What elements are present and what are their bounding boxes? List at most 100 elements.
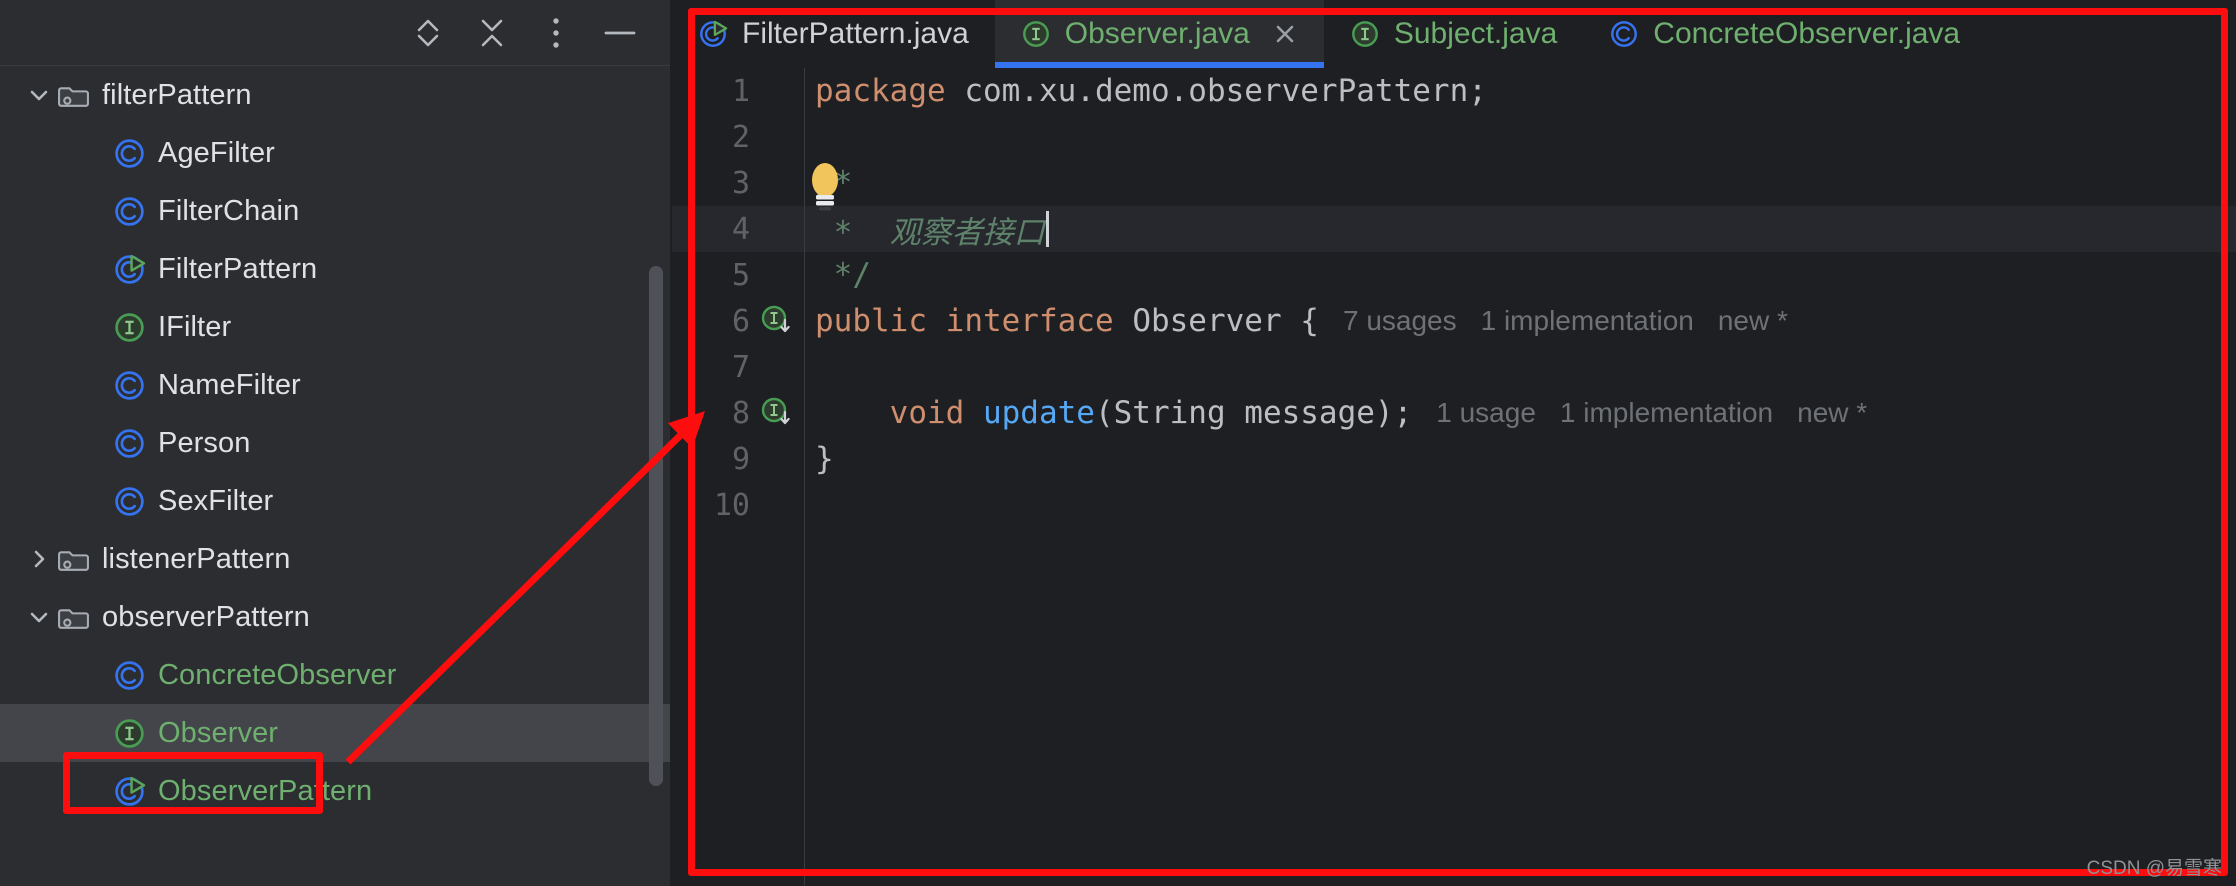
gutter-line-3: 3 [672,160,804,206]
keyword-package: package [815,73,946,109]
collapse-all-icon[interactable] [470,11,514,55]
open-brace: { [1300,303,1319,339]
java-class-icon [112,659,146,692]
java-interface-icon [1350,19,1380,49]
tree-node-label: ConcreteObserver [158,658,397,691]
tree-node-sexfilter[interactable]: SexFilter [0,472,672,530]
method-name-update: update [982,395,1095,431]
editor-tab-label: Subject.java [1393,17,1558,50]
tree-node-label: FilterChain [158,194,300,227]
tree-node-label: Person [158,426,251,459]
java-class-icon [112,137,146,170]
tree-node-observerpattern[interactable]: ObserverPattern [0,762,672,820]
tree-node-concreteobserver[interactable]: ConcreteObserver [0,646,672,704]
tree-node-label: observerPattern [102,600,310,633]
editor-text[interactable]: package com.xu.demo.observerPattern; / *… [805,68,2236,886]
java-class-icon [112,195,146,228]
java-interface-icon [1021,19,1051,49]
gutter-line-8: 8 [672,390,804,436]
inlay-hint-new[interactable]: new * [1797,397,1867,429]
editor-tab-subject[interactable]: Subject.java [1324,0,1583,68]
tree-node-agefilter[interactable]: AgeFilter [0,124,672,182]
tree-node-filterchain[interactable]: FilterChain [0,182,672,240]
tree-node-filterpattern[interactable]: filterPattern [0,66,672,124]
tree-node-label: listenerPattern [102,542,291,575]
tree-node-filterpattern[interactable]: FilterPattern [0,240,672,298]
line-number: 3 [731,165,750,201]
line-number: 9 [731,441,750,477]
java-class-icon [112,427,146,460]
project-tool-window: filterPattern AgeFilter FilterChain FilterP… [0,0,672,886]
inlay-hint-usages[interactable]: 7 usages [1343,305,1457,337]
javadoc-text: * 观察者接口 [815,214,1045,251]
java-class-icon [1609,19,1639,49]
editor-tab-observer[interactable]: Observer.java [994,0,1324,68]
keyword-void: void [889,395,965,431]
keyword-public: public [815,303,927,339]
code-line-3: / * [805,160,2236,211]
java-runnable-icon [698,19,728,49]
method-signature: (String message); [1094,395,1413,431]
tree-node-label: IFilter [158,310,232,343]
chevron-down-icon[interactable] [22,604,56,630]
line-number: 4 [731,211,750,247]
tree-node-label: NameFilter [158,368,301,401]
gutter-line-10: 10 [672,482,804,528]
gutter-line-5: 5 [672,252,804,298]
line-number: 10 [713,487,750,523]
project-tree-scroll-area[interactable]: filterPattern AgeFilter FilterChain FilterP… [0,66,672,886]
tree-node-observer[interactable]: Observer [0,704,672,762]
interface-name: Observer [1132,303,1282,339]
close-icon[interactable] [1272,21,1298,47]
implemented-icon[interactable] [758,396,796,430]
tree-node-person[interactable]: Person [0,414,672,472]
folder-icon [56,601,90,634]
java-class-icon [112,485,146,518]
code-line-8: void update (String message); 1 usage 1 imp… [805,390,2236,436]
editor-tab-concreteobserver[interactable]: ConcreteObserver.java [1583,0,1986,68]
tree-node-ifilter[interactable]: IFilter [0,298,672,356]
tree-node-listenerpattern[interactable]: listenerPattern [0,530,672,588]
editor-gutter[interactable]: 1 2 3 4 5 6 7 8 9 10 [672,68,805,886]
text-caret [1045,211,1049,247]
expand-all-icon[interactable] [406,11,450,55]
line-number: 2 [731,119,750,155]
watermark: CSDN @易雪寒 [2086,858,2222,879]
inlay-hint-implementations[interactable]: 1 implementation [1481,305,1694,337]
folder-icon [56,79,90,112]
editor-tab-label: ConcreteObserver.java [1653,17,1961,50]
inlay-hint-new[interactable]: new * [1718,305,1788,337]
tree-node-observerpattern[interactable]: observerPattern [0,588,672,646]
inlay-hint-implementations[interactable]: 1 implementation [1560,397,1773,429]
line-number: 7 [731,349,750,385]
java-interface-icon [112,717,146,750]
line-number: 5 [731,257,750,293]
close-brace: } [815,441,834,477]
code-line-9: } [805,436,2236,482]
project-panel-toolbar [0,0,672,66]
tree-node-namefilter[interactable]: NameFilter [0,356,672,414]
project-tree: filterPattern AgeFilter FilterChain FilterP… [0,66,672,820]
hide-panel-icon[interactable] [598,11,642,55]
comment-close: */ [815,257,871,293]
gutter-line-7: 7 [672,344,804,390]
more-options-icon[interactable] [534,11,578,55]
tree-node-label: FilterPattern [158,252,318,285]
chevron-down-icon[interactable] [22,82,56,108]
code-editor[interactable]: 1 2 3 4 5 6 7 8 9 10 package com.xu.demo.observer… [672,68,2236,886]
java-interface-icon [112,311,146,344]
project-tree-scrollbar[interactable] [649,266,663,786]
chevron-right-icon[interactable] [22,546,56,572]
editor-tab-filterpattern[interactable]: FilterPattern.java [672,0,995,68]
gutter-line-9: 9 [672,436,804,482]
folder-icon [56,543,90,576]
implemented-icon[interactable] [758,304,796,338]
line-number: 6 [731,303,750,339]
line-number: 8 [731,395,750,431]
inlay-hint-usages[interactable]: 1 usage [1436,397,1536,429]
editor-area: FilterPattern.java Observer.java Subject.j… [672,0,2236,886]
gutter-line-1: 1 [672,68,804,114]
